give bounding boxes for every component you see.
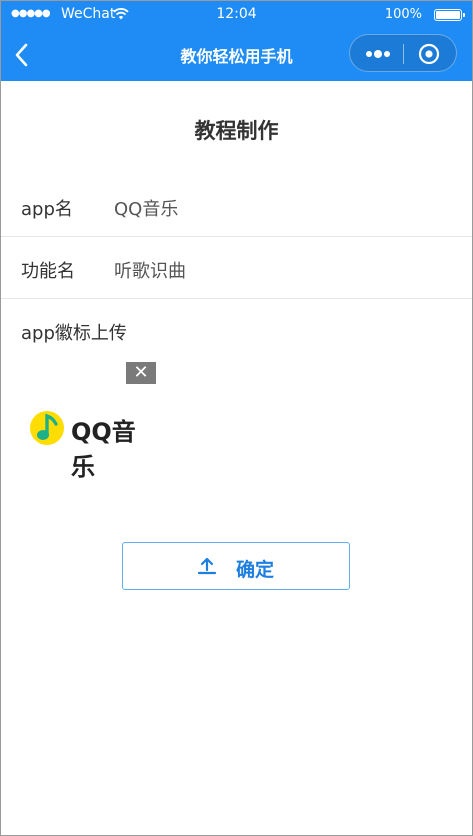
delete-image-button[interactable]: ✕ [126,362,156,384]
capsule-divider [403,44,404,64]
function-name-row: 功能名 听歌识曲 [1,237,472,299]
mini-program-capsule [349,34,457,72]
qq-music-note-icon [30,411,64,445]
app-name-label: app名 [21,199,73,220]
function-name-field[interactable]: 听歌识曲 [114,257,186,283]
logo-wordmark: QQ音乐 [71,418,136,481]
phone-screen: ●●●●● WeChat 12:04 100% 教你轻松用手机 教程制作 app… [0,0,473,836]
icon-upload-label: app徽标上传 [21,323,127,344]
status-bar: ●●●●● WeChat 12:04 100% [1,1,472,29]
divider [1,298,472,299]
function-name-label: 功能名 [21,261,75,282]
uploaded-logo-image[interactable]: QQ音乐 [29,406,159,481]
more-dots-icon[interactable] [364,44,394,64]
battery-icon [434,9,465,21]
confirm-button[interactable]: 确定 [122,542,350,590]
page-title: 教程制作 [194,119,279,143]
target-close-icon[interactable] [417,42,441,66]
battery-percent: 100% [384,7,422,22]
upload-icon [197,557,217,575]
app-name-field[interactable]: QQ音乐 [114,195,178,221]
confirm-label: 确定 [236,559,275,581]
app-name-row: app名 QQ音乐 [1,175,472,237]
nav-bar: 教你轻松用手机 [1,29,472,81]
